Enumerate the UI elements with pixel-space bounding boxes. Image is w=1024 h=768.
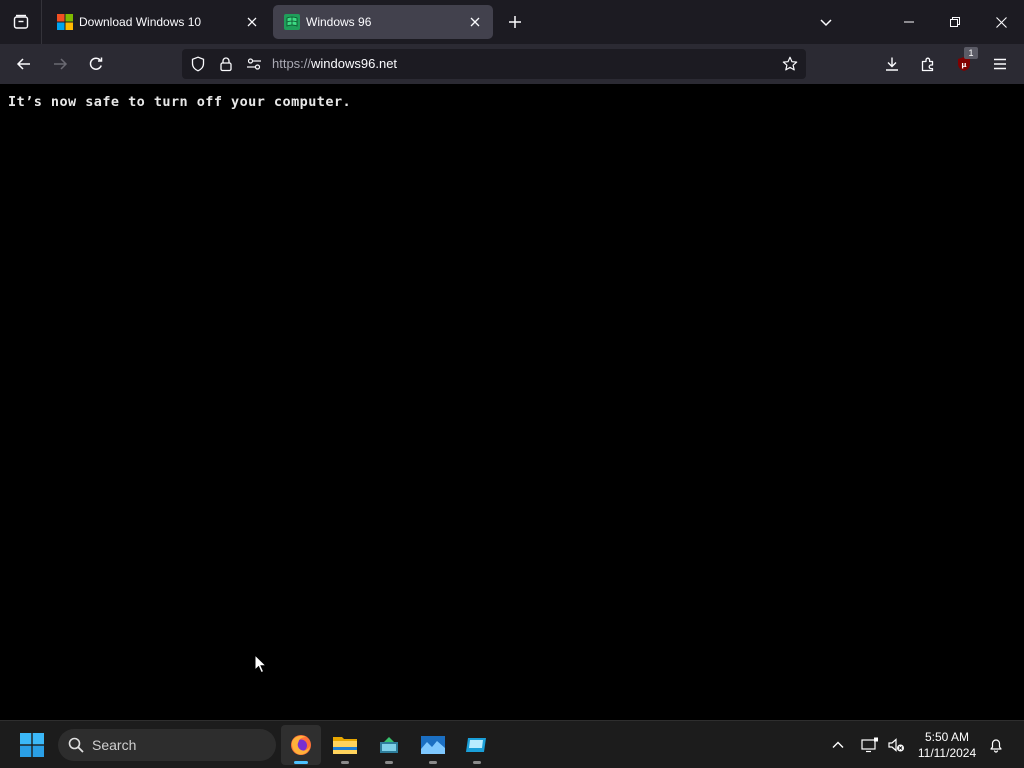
page-content[interactable]: It’s now safe to turn off your computer. <box>0 84 1024 720</box>
forward-arrow-icon <box>54 58 68 70</box>
downloads-button[interactable] <box>878 50 906 78</box>
windows-start-icon <box>20 733 44 757</box>
search-label: Search <box>92 737 137 753</box>
firefox-view-icon <box>13 14 28 29</box>
taskbar: Search 5:50 AM 11/11/2024 <box>0 720 1024 768</box>
reload-icon <box>89 57 103 70</box>
firefox-icon <box>291 735 311 755</box>
minimize-button[interactable] <box>886 0 932 44</box>
minimize-icon <box>904 21 914 23</box>
windows-logo-icon <box>57 14 73 30</box>
shutdown-message: It’s now safe to turn off your computer. <box>8 94 352 110</box>
file-explorer-icon <box>333 737 357 754</box>
app-icon <box>466 738 486 752</box>
download-icon <box>886 57 898 71</box>
hamburger-menu-icon <box>994 58 1006 70</box>
ublock-origin-button[interactable]: µ 1 <box>950 47 978 78</box>
tab-windows-96[interactable]: Windows 96 <box>273 5 493 39</box>
show-hidden-icons-button[interactable] <box>826 733 850 757</box>
system-clock[interactable]: 5:50 AM 11/11/2024 <box>912 729 982 761</box>
puzzle-icon <box>921 57 934 72</box>
windows96-flag-icon <box>284 14 300 30</box>
notifications-button[interactable] <box>984 733 1008 757</box>
active-indicator <box>294 761 308 764</box>
permissions-icon[interactable] <box>244 54 264 74</box>
url-host: windows96.net <box>311 56 398 71</box>
url-text[interactable]: https://windows96.net <box>272 56 397 71</box>
running-indicator <box>429 761 437 764</box>
tab-strip: Download Windows 10 Windows 96 <box>0 0 1024 44</box>
close-tab-icon[interactable] <box>244 14 260 30</box>
lock-icon[interactable] <box>216 54 236 74</box>
tab-title: Download Windows 10 <box>79 15 202 29</box>
taskbar-app-firefox[interactable] <box>281 725 321 765</box>
extension-badge: 1 <box>964 47 978 59</box>
clock-time: 5:50 AM <box>924 730 970 744</box>
start-button[interactable] <box>12 725 52 765</box>
svg-text:µ: µ <box>961 61 966 69</box>
app-icon <box>380 737 398 753</box>
chevron-up-icon <box>832 741 844 748</box>
close-window-button[interactable] <box>978 0 1024 44</box>
close-icon <box>995 16 1007 28</box>
volume-muted-icon <box>888 738 904 752</box>
mouse-pointer-icon <box>254 654 268 674</box>
taskbar-app-3[interactable] <box>369 725 409 765</box>
forward-button[interactable] <box>46 50 74 78</box>
back-button[interactable] <box>10 50 38 78</box>
list-all-tabs-button[interactable] <box>814 10 838 34</box>
running-indicator <box>473 761 481 764</box>
firefox-view-button[interactable] <box>0 0 42 44</box>
network-icon <box>861 737 878 753</box>
running-indicator <box>341 761 349 764</box>
taskbar-app-5[interactable] <box>457 725 497 765</box>
chevron-down-icon <box>820 19 832 27</box>
tab-download-windows-10[interactable]: Download Windows 10 <box>46 5 270 39</box>
taskbar-app-file-explorer[interactable] <box>325 725 365 765</box>
restore-icon <box>950 17 960 27</box>
url-scheme: https:// <box>272 56 312 71</box>
app-menu-button[interactable] <box>986 50 1014 78</box>
plus-icon <box>509 16 521 28</box>
address-bar[interactable]: https://windows96.net <box>182 49 806 79</box>
new-tab-button[interactable] <box>503 10 527 34</box>
network-status-button[interactable] <box>858 733 882 757</box>
tab-title: Windows 96 <box>306 15 372 29</box>
volume-button[interactable] <box>884 733 908 757</box>
restore-button[interactable] <box>932 0 978 44</box>
app-icon <box>421 736 445 754</box>
navigation-toolbar: https://windows96.net µ 1 <box>0 44 1024 84</box>
taskbar-app-4[interactable] <box>413 725 453 765</box>
taskbar-search[interactable]: Search <box>58 729 276 761</box>
reload-button[interactable] <box>82 50 110 78</box>
bell-icon <box>990 739 1002 753</box>
extensions-button[interactable] <box>914 50 942 78</box>
clock-date: 11/11/2024 <box>917 746 977 760</box>
search-icon <box>68 737 84 753</box>
close-tab-icon[interactable] <box>467 14 483 30</box>
bookmark-star-icon[interactable] <box>780 54 800 74</box>
back-arrow-icon <box>16 58 30 70</box>
running-indicator <box>385 761 393 764</box>
shield-icon[interactable] <box>188 54 208 74</box>
